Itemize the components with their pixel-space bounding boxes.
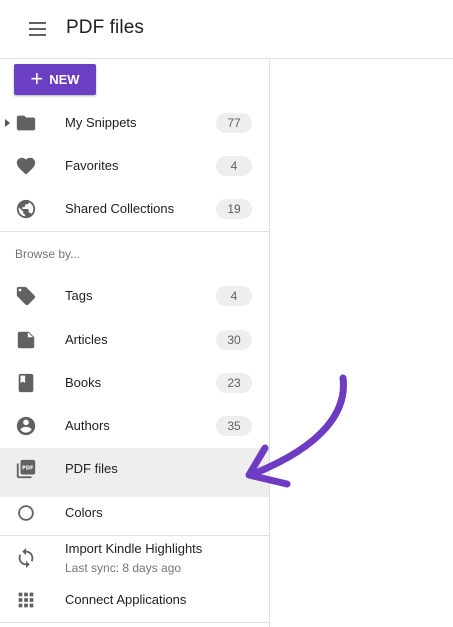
expand-caret-icon[interactable] bbox=[5, 119, 10, 127]
divider bbox=[0, 231, 269, 232]
sidebar-item-authors[interactable]: Authors 35 bbox=[0, 405, 269, 448]
sidebar-item-label: PDF files bbox=[65, 461, 118, 476]
apps-grid-icon bbox=[15, 589, 37, 611]
sidebar-item-connect-applications[interactable]: Connect Applications bbox=[0, 579, 269, 622]
sidebar-item-label: Import Kindle Highlights bbox=[65, 541, 203, 556]
globe-icon bbox=[15, 198, 37, 220]
sync-icon bbox=[15, 547, 37, 569]
sidebar-item-label: Shared Collections bbox=[65, 201, 175, 216]
divider bbox=[0, 622, 269, 623]
count-badge: 77 bbox=[216, 113, 252, 133]
sidebar-item-label: Articles bbox=[65, 332, 108, 347]
plus-icon: + bbox=[30, 65, 44, 91]
svg-text:PDF: PDF bbox=[22, 465, 34, 471]
sidebar-item-pdf-files[interactable]: PDF PDF files bbox=[0, 448, 269, 497]
sidebar-item-import-kindle-highlights[interactable]: Import Kindle Highlights Last sync: 8 da… bbox=[0, 536, 269, 580]
pdf-icon: PDF bbox=[15, 458, 37, 480]
account-circle-icon bbox=[15, 415, 37, 437]
sidebar-item-my-snippets[interactable]: My Snippets 77 bbox=[0, 102, 269, 145]
book-icon bbox=[15, 372, 37, 394]
last-sync-text: Last sync: 8 days ago bbox=[65, 561, 182, 575]
sidebar-item-label: My Snippets bbox=[65, 115, 137, 130]
sidebar-item-label: Books bbox=[65, 375, 102, 390]
heart-icon bbox=[15, 155, 37, 177]
sidebar-item-articles[interactable]: Articles 30 bbox=[0, 319, 269, 362]
new-button[interactable]: + NEW bbox=[14, 64, 96, 95]
sidebar-item-label: Connect Applications bbox=[65, 592, 187, 607]
sidebar-item-books[interactable]: Books 23 bbox=[0, 362, 269, 405]
sidebar-item-tags[interactable]: Tags 4 bbox=[0, 275, 269, 318]
sidebar-item-shared-collections[interactable]: Shared Collections 19 bbox=[0, 188, 269, 231]
page-title: PDF files bbox=[66, 17, 144, 38]
app-window: PDF files + NEW My Snippets 77 Favorites… bbox=[0, 0, 453, 627]
count-badge: 35 bbox=[216, 416, 252, 436]
hamburger-menu-icon[interactable] bbox=[27, 20, 49, 38]
tag-icon bbox=[15, 285, 37, 307]
folder-icon bbox=[15, 112, 37, 134]
count-badge: 4 bbox=[216, 286, 252, 306]
sidebar: + NEW My Snippets 77 Favorites 4 Shared bbox=[0, 59, 270, 627]
article-icon bbox=[15, 329, 37, 351]
app-header: PDF files bbox=[0, 0, 453, 59]
sidebar-item-label: Authors bbox=[65, 418, 110, 433]
count-badge: 23 bbox=[216, 373, 252, 393]
sidebar-item-favorites[interactable]: Favorites 4 bbox=[0, 145, 269, 188]
browse-by-heading: Browse by... bbox=[15, 247, 81, 261]
count-badge: 19 bbox=[216, 199, 252, 219]
sidebar-item-label: Favorites bbox=[65, 158, 119, 173]
count-badge: 4 bbox=[216, 156, 252, 176]
new-button-label: NEW bbox=[49, 72, 80, 87]
sidebar-item-label: Colors bbox=[65, 505, 103, 520]
sidebar-item-label: Tags bbox=[65, 288, 93, 303]
sidebar-item-colors[interactable]: Colors bbox=[0, 492, 269, 535]
count-badge: 30 bbox=[216, 330, 252, 350]
contrast-icon bbox=[15, 502, 37, 524]
